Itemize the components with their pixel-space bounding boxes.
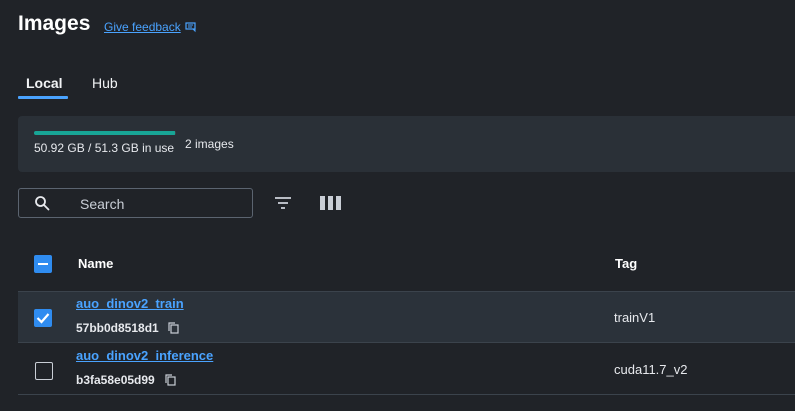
row-checkbox[interactable]: [34, 309, 52, 327]
select-all-checkbox[interactable]: [34, 255, 52, 273]
image-name-link[interactable]: auo_dinov2_inference: [76, 348, 213, 363]
active-tab-indicator: [18, 96, 68, 99]
image-tag: cuda11.7_v2: [614, 362, 688, 377]
image-count: 2 images: [185, 137, 234, 151]
column-header-tag[interactable]: Tag: [615, 256, 637, 271]
tab-local[interactable]: Local: [26, 75, 63, 91]
copy-icon[interactable]: [168, 322, 179, 334]
columns-icon[interactable]: [320, 196, 341, 210]
disk-usage-bar-fill: [34, 131, 175, 135]
disk-usage-bar: [34, 131, 176, 135]
image-name-link[interactable]: auo_dinov2_train: [76, 296, 184, 311]
image-id: 57bb0d8518d1: [76, 321, 159, 335]
page-title: Images: [18, 12, 91, 35]
checkmark-icon: [36, 313, 50, 324]
search-icon: [35, 196, 50, 211]
give-feedback-label: Give feedback: [104, 20, 181, 34]
column-header-name[interactable]: Name: [78, 256, 113, 271]
row-checkbox[interactable]: [35, 362, 53, 380]
feedback-icon: [185, 22, 196, 33]
tab-hub[interactable]: Hub: [92, 75, 118, 91]
give-feedback-link[interactable]: Give feedback: [104, 20, 197, 34]
search-input[interactable]: [80, 195, 240, 213]
image-id: b3fa58e05d99: [76, 373, 155, 387]
copy-icon[interactable]: [165, 374, 176, 386]
disk-usage-text: 50.92 GB / 51.3 GB in use: [34, 141, 175, 155]
filter-icon[interactable]: [274, 196, 292, 210]
image-tag: trainV1: [614, 310, 656, 325]
